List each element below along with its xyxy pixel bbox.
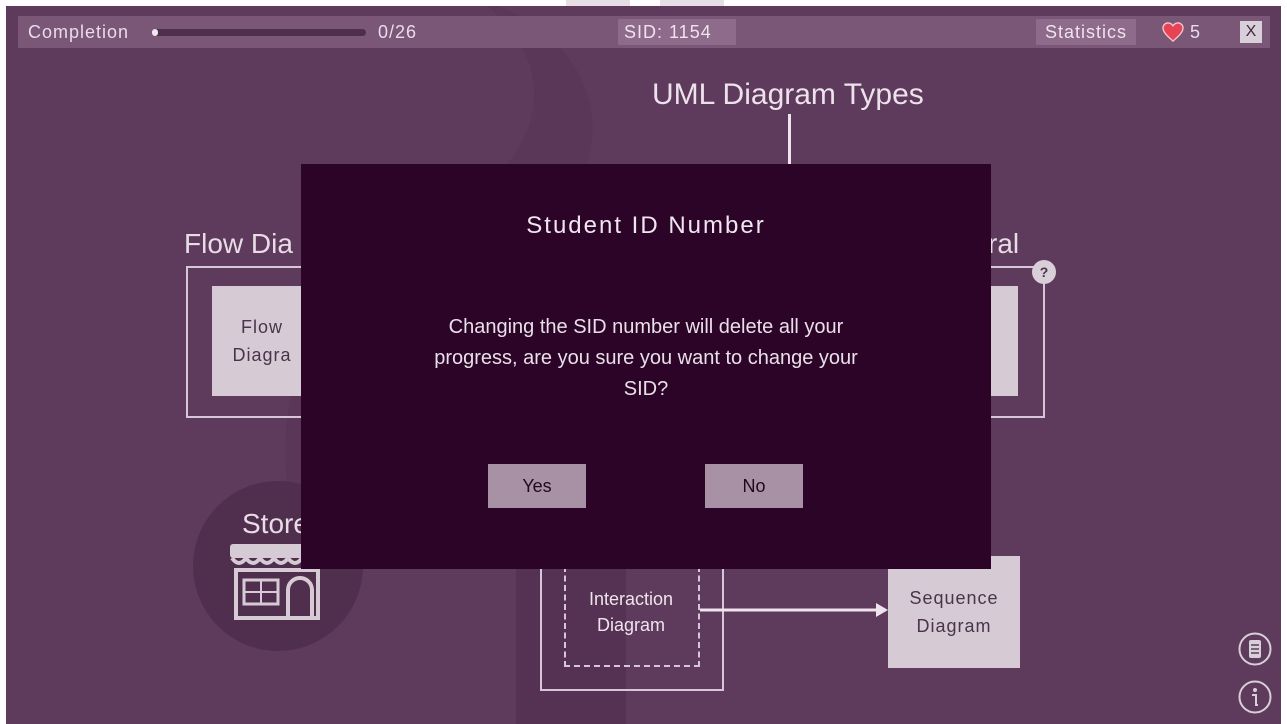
close-button[interactable]: X (1240, 21, 1262, 43)
lives-count: 5 (1190, 22, 1201, 42)
interaction-diagram-label: Interaction Diagram (588, 589, 674, 635)
connector-line (788, 114, 791, 166)
sid-text: SID: 1154 (624, 22, 712, 42)
window-right-frame (1281, 0, 1287, 724)
sid-display[interactable]: SID: 1154 (618, 19, 736, 45)
arrow-connector (700, 603, 888, 617)
document-icon[interactable] (1238, 632, 1272, 666)
completion-count: 0/26 (378, 22, 418, 42)
frame-notch (566, 0, 630, 6)
window-left-frame (0, 0, 6, 724)
frame-notch (660, 0, 724, 6)
help-icon[interactable]: ? (1032, 260, 1056, 284)
yes-button[interactable]: Yes (488, 464, 586, 508)
statistics-button[interactable]: Statistics (1036, 19, 1136, 45)
window-top-frame (0, 0, 1287, 6)
sid-confirm-dialog: Student ID Number Changing the SID numbe… (301, 164, 991, 569)
store-label: Store (242, 508, 309, 539)
dialog-title: Student ID Number (526, 212, 766, 239)
completion-label: Completion (28, 22, 130, 42)
completion-progress-fill (152, 29, 158, 36)
behavioral-section-label: ral (988, 228, 1020, 259)
top-bar: Completion 0/26 SID: 1154 Statistics 5 X (18, 16, 1270, 48)
sequence-diagram-tile[interactable]: Sequence Diagram (888, 556, 1020, 668)
dialog-message: Changing the SID number will delete all … (434, 316, 858, 400)
no-button[interactable]: No (705, 464, 803, 508)
info-icon[interactable] (1238, 680, 1272, 714)
diagram-title: UML Diagram Types (652, 78, 924, 111)
interaction-diagram-tile[interactable]: Interaction Diagram (566, 586, 696, 638)
flow-section-label: Flow Dia (184, 228, 293, 259)
heart-icon (1162, 22, 1184, 42)
statistics-label: Statistics (1044, 22, 1128, 42)
completion-progress-bar (152, 29, 366, 36)
flow-diagram-tile[interactable]: Flow Diagra (212, 286, 312, 396)
